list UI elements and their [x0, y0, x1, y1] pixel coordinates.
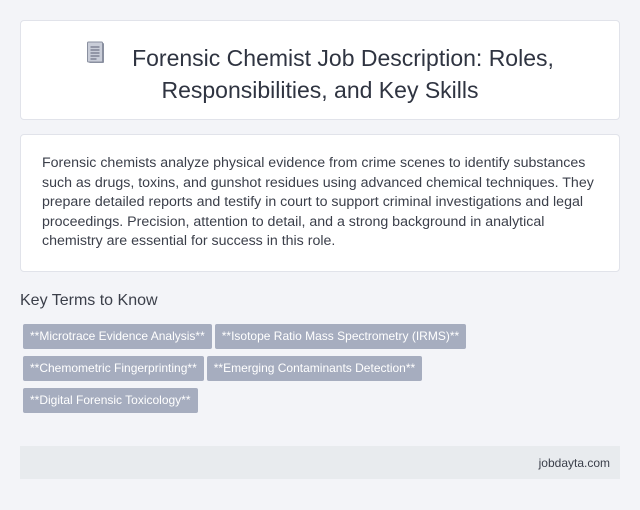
tag-row: **Microtrace Evidence Analysis** **Isotop…: [23, 324, 583, 356]
title-line-2: Responsibilities, and Key Skills: [161, 77, 479, 104]
key-terms-heading: Key Terms to Know: [20, 292, 158, 309]
description-text: Forensic chemists analyze physical evide…: [42, 155, 594, 250]
title-card: Forensic Chemist Job Description: Roles,…: [20, 20, 620, 120]
description-card: Forensic chemists analyze physical evide…: [20, 134, 620, 272]
title-line-1: Forensic Chemist Job Description: Roles,: [132, 45, 554, 71]
key-term-tag[interactable]: **Emerging Contaminants Detection**: [206, 356, 423, 381]
key-term-tag[interactable]: **Chemometric Fingerprinting**: [23, 356, 204, 381]
key-term-tag[interactable]: **Microtrace Evidence Analysis**: [23, 324, 212, 349]
footer-site-link[interactable]: jobdayta.com: [539, 456, 610, 470]
footer: jobdayta.com: [20, 446, 620, 479]
key-terms-list: **Microtrace Evidence Analysis** **Isotop…: [23, 324, 583, 420]
key-term-tag[interactable]: **Digital Forensic Toxicology**: [23, 388, 198, 413]
tag-row: **Digital Forensic Toxicology**: [23, 388, 583, 420]
tag-row: **Chemometric Fingerprinting** **Emerging…: [23, 356, 583, 388]
document-icon: [86, 41, 106, 72]
page-title: Forensic Chemist Job Description: Roles,…: [21, 41, 619, 105]
key-term-tag[interactable]: **Isotope Ratio Mass Spectrometry (IRMS)…: [214, 324, 467, 349]
